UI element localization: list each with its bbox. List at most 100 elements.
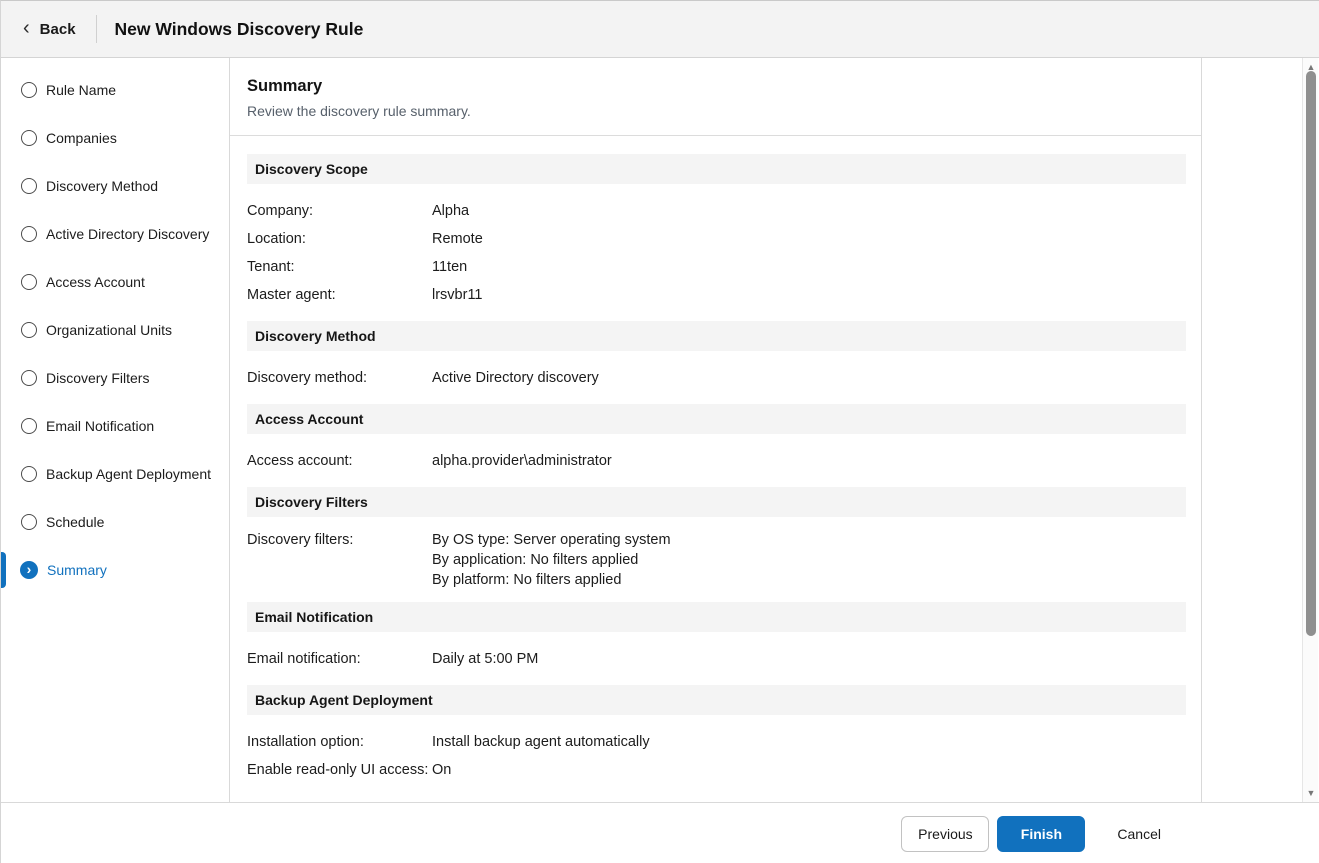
section-rows: Company: Alpha Location: Remote Tenant: … <box>247 184 1184 321</box>
step-circle-icon <box>21 130 37 146</box>
row-value: Alpha <box>432 203 470 219</box>
sidebar-item-discovery-method[interactable]: Discovery Method <box>1 162 229 210</box>
step-circle-icon <box>21 178 37 194</box>
sidebar-item-label: Backup Agent Deployment <box>46 466 211 482</box>
scroll-down-icon[interactable]: ▼ <box>1303 786 1319 800</box>
cancel-button[interactable]: Cancel <box>1093 816 1185 852</box>
sidebar-item-active-directory-discovery[interactable]: Active Directory Discovery <box>1 210 229 258</box>
section-header-access-account: Access Account <box>247 404 1186 434</box>
sidebar-item-email-notification[interactable]: Email Notification <box>1 402 229 450</box>
row-label: Tenant: <box>247 259 295 275</box>
summary-row: Enable read-only UI access: On <box>247 756 1184 784</box>
summary-row: Access account: alpha.provider\administr… <box>247 447 1184 475</box>
wizard-window: ‹ Back New Windows Discovery Rule Rule N… <box>0 0 1319 863</box>
back-label: Back <box>39 20 76 38</box>
top-bar: ‹ Back New Windows Discovery Rule <box>1 1 1319 58</box>
sidebar-item-summary[interactable]: › Summary <box>1 546 229 594</box>
sidebar-item-label: Organizational Units <box>46 322 173 338</box>
summary-panel: Summary Review the discovery rule summar… <box>230 58 1202 803</box>
row-label: Discovery filters: <box>247 532 354 548</box>
step-circle-icon <box>21 322 37 338</box>
section-rows: Discovery method: Active Directory disco… <box>247 351 1184 404</box>
step-circle-icon <box>21 418 37 434</box>
row-value: On <box>432 762 452 778</box>
sidebar-item-schedule[interactable]: Schedule <box>1 498 229 546</box>
row-value: Remote <box>432 231 483 247</box>
step-circle-icon <box>21 274 37 290</box>
row-value: lrsvbr11 <box>432 287 483 303</box>
section-header-discovery-scope: Discovery Scope <box>247 154 1186 184</box>
row-label: Master agent: <box>247 287 336 303</box>
section-rows: Access account: alpha.provider\administr… <box>247 434 1184 487</box>
active-step-circle-icon: › <box>20 561 38 579</box>
sidebar-item-organizational-units[interactable]: Organizational Units <box>1 306 229 354</box>
sidebar-item-rule-name[interactable]: Rule Name <box>1 66 229 114</box>
summary-sections: Discovery Scope Company: Alpha Location:… <box>230 136 1201 796</box>
row-value: By OS type: Server operating system By a… <box>432 530 671 590</box>
filter-line: By platform: No filters applied <box>432 572 622 588</box>
footer-buttons: Previous Finish Cancel <box>901 816 1185 852</box>
summary-header: Summary Review the discovery rule summar… <box>230 58 1201 136</box>
row-label: Email notification: <box>247 651 361 667</box>
sidebar-item-label: Discovery Filters <box>46 370 150 386</box>
wizard-footer: Previous Finish Cancel <box>1 802 1319 863</box>
previous-button[interactable]: Previous <box>901 816 990 852</box>
filter-line: By OS type: Server operating system <box>432 532 671 548</box>
vertical-scrollbar[interactable]: ▲ ▼ <box>1302 58 1318 802</box>
summary-row: Discovery filters: By OS type: Server op… <box>247 530 1184 590</box>
sidebar-item-label: Rule Name <box>46 82 117 98</box>
sidebar-item-label: Discovery Method <box>46 178 159 194</box>
summary-row: Tenant: 11ten <box>247 253 1184 281</box>
summary-row: Location: Remote <box>247 225 1184 253</box>
sidebar-item-discovery-filters[interactable]: Discovery Filters <box>1 354 229 402</box>
sidebar-item-label: Email Notification <box>46 418 155 434</box>
row-value: Daily at 5:00 PM <box>432 651 539 667</box>
row-label: Access account: <box>247 453 353 469</box>
row-label: Location: <box>247 231 306 247</box>
step-subtitle: Review the discovery rule summary. <box>247 103 471 119</box>
step-circle-icon <box>21 370 37 386</box>
summary-row: Email notification: Daily at 5:00 PM <box>247 645 1184 673</box>
finish-button[interactable]: Finish <box>997 816 1086 852</box>
row-label: Installation option: <box>247 734 364 750</box>
sidebar-item-label: Active Directory Discovery <box>46 226 210 242</box>
sidebar-item-companies[interactable]: Companies <box>1 114 229 162</box>
section-header-email-notification: Email Notification <box>247 602 1186 632</box>
sidebar-item-label: Summary <box>47 562 107 578</box>
back-chevron-icon: ‹ <box>23 17 30 39</box>
summary-row: Company: Alpha <box>247 197 1184 225</box>
row-value: 11ten <box>432 259 468 275</box>
scrollbar-thumb[interactable] <box>1306 71 1316 636</box>
section-rows: Installation option: Install backup agen… <box>247 715 1184 796</box>
section-header-backup-agent-deployment: Backup Agent Deployment <box>247 685 1186 715</box>
sidebar-item-label: Access Account <box>46 274 145 290</box>
row-value: Install backup agent automatically <box>432 734 650 750</box>
sidebar-item-label: Schedule <box>46 514 105 530</box>
row-label: Discovery method: <box>247 370 368 386</box>
row-value: Active Directory discovery <box>432 370 599 386</box>
row-label: Enable read-only UI access: <box>247 762 429 778</box>
wizard-steps-sidebar: Rule Name Companies Discovery Method Act… <box>1 58 230 803</box>
page-title: New Windows Discovery Rule <box>114 18 364 39</box>
active-step-indicator <box>1 552 6 588</box>
topbar-divider <box>95 15 97 43</box>
step-circle-icon <box>21 82 37 98</box>
section-rows: Email notification: Daily at 5:00 PM <box>247 632 1184 685</box>
section-header-discovery-method: Discovery Method <box>247 321 1186 351</box>
row-value: alpha.provider\administrator <box>432 453 612 469</box>
section-header-discovery-filters: Discovery Filters <box>247 487 1186 517</box>
summary-row: Master agent: lrsvbr11 <box>247 281 1184 309</box>
step-circle-icon <box>21 226 37 242</box>
sidebar-item-backup-agent-deployment[interactable]: Backup Agent Deployment <box>1 450 229 498</box>
step-title: Summary <box>247 77 323 95</box>
summary-row: Discovery method: Active Directory disco… <box>247 364 1184 392</box>
section-rows: Discovery filters: By OS type: Server op… <box>247 517 1184 602</box>
step-circle-icon <box>21 514 37 530</box>
summary-row: Installation option: Install backup agen… <box>247 728 1184 756</box>
sidebar-item-label: Companies <box>46 130 117 146</box>
sidebar-item-access-account[interactable]: Access Account <box>1 258 229 306</box>
row-label: Company: <box>247 203 314 219</box>
back-button[interactable]: ‹ Back <box>1 1 96 57</box>
step-circle-icon <box>21 466 37 482</box>
chevron-right-icon: › <box>26 561 32 577</box>
